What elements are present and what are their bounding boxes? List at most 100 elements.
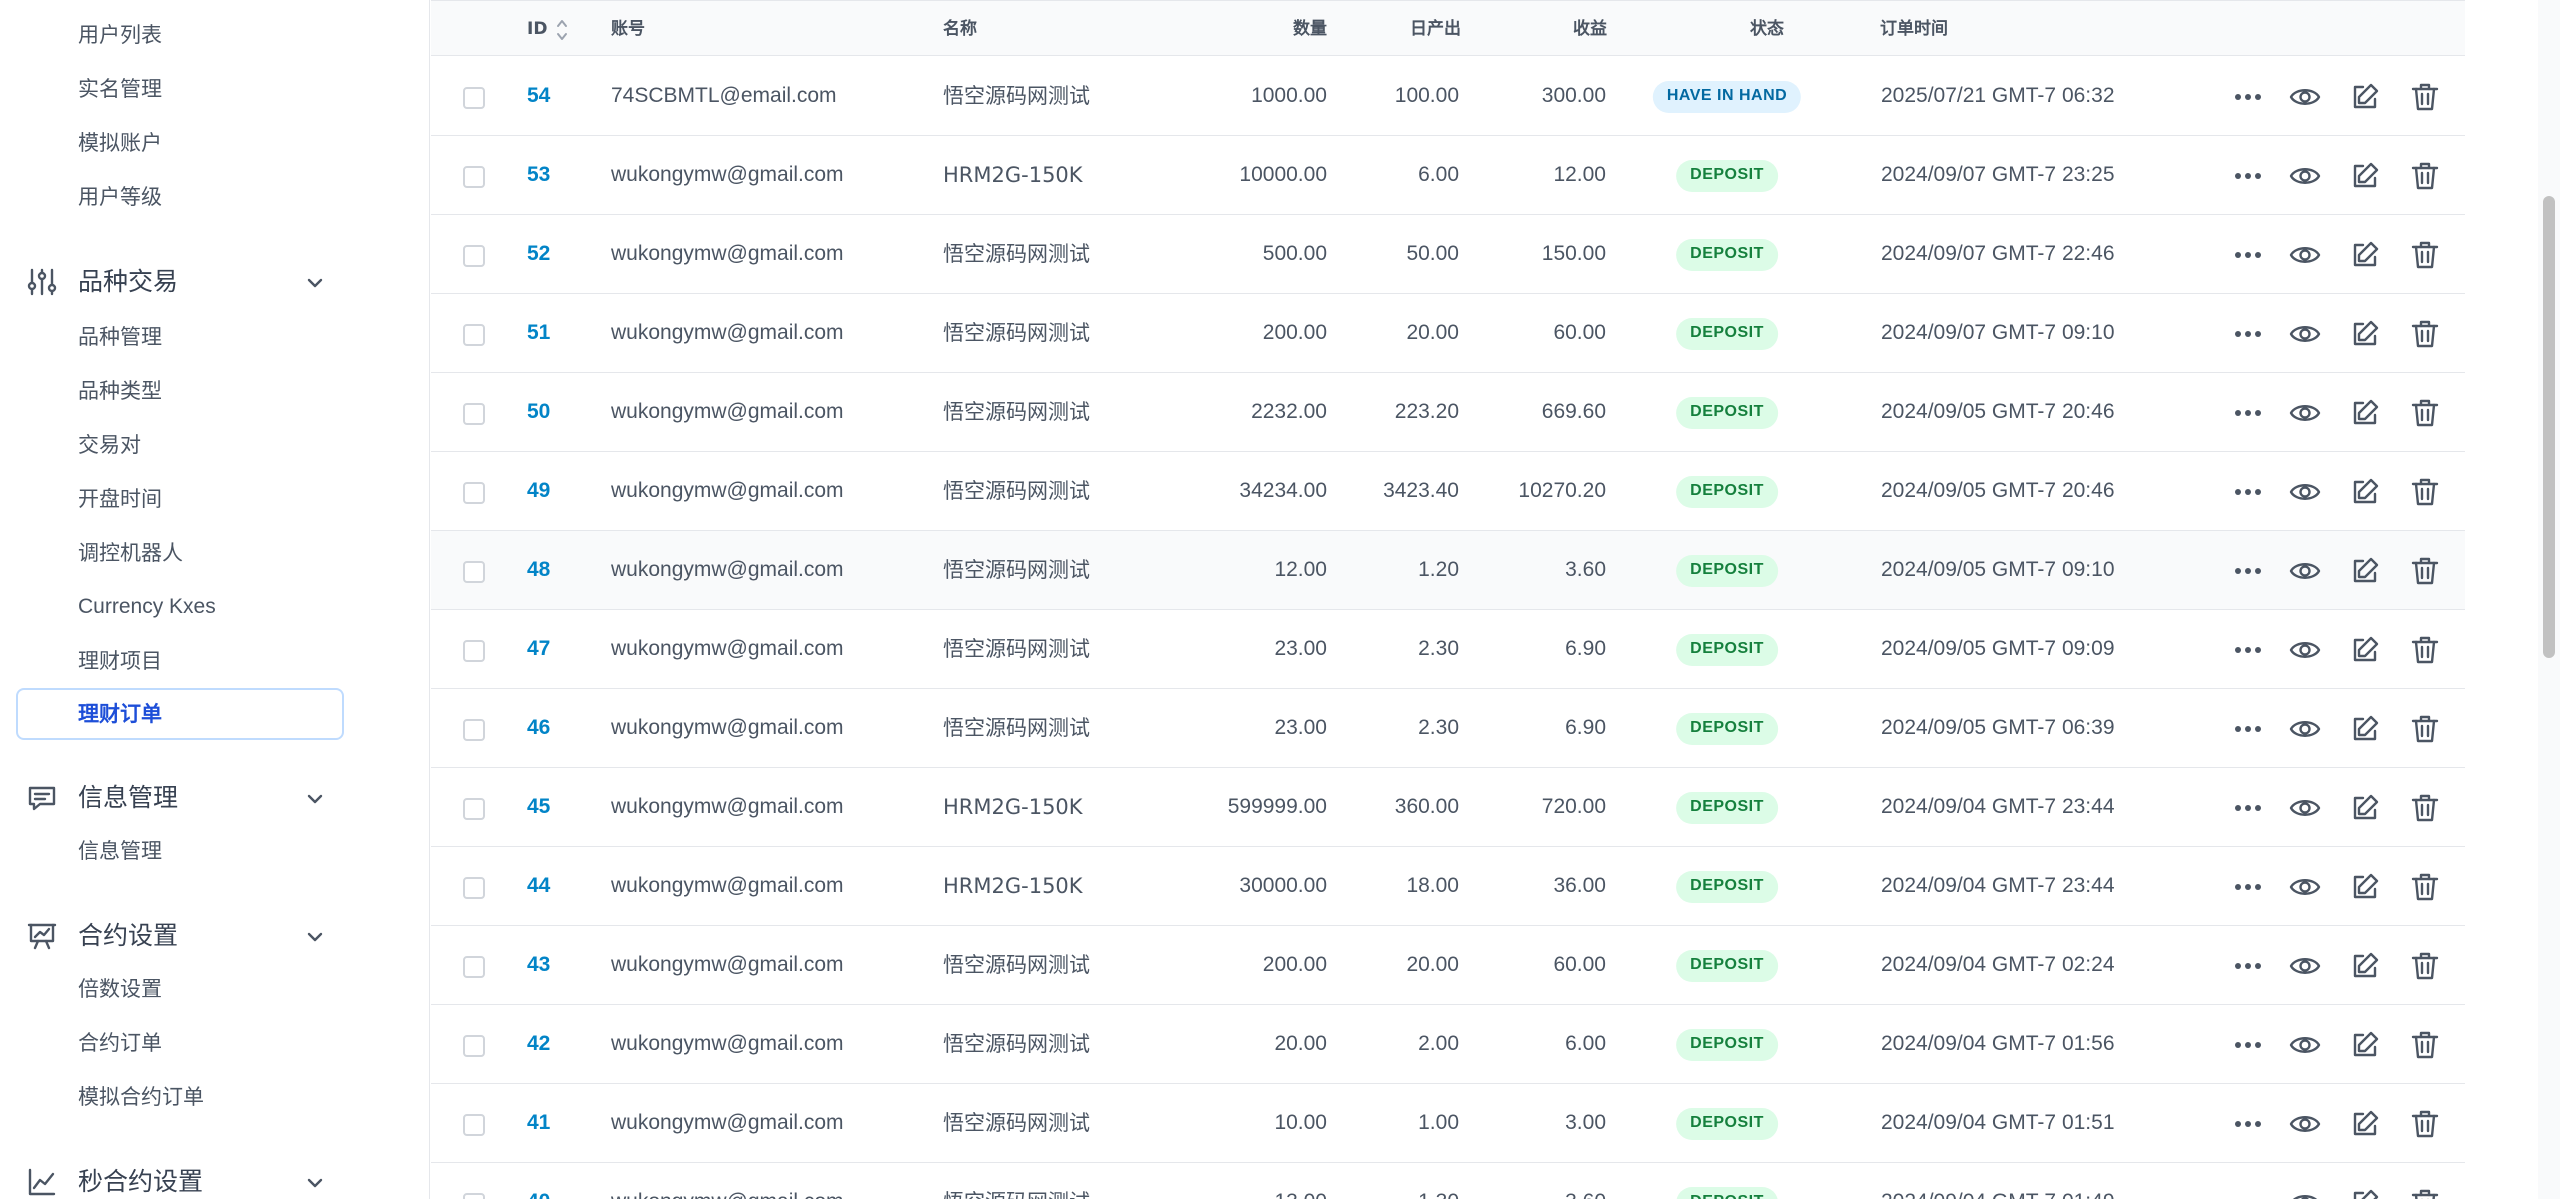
view-button[interactable] — [2289, 160, 2321, 192]
view-button[interactable] — [2289, 318, 2321, 350]
delete-button[interactable] — [2409, 871, 2441, 903]
table-row[interactable]: 44 wukongymw@gmail.com HRM2G-150K 30000.00 1… — [431, 847, 2465, 926]
edit-button[interactable] — [2349, 871, 2381, 903]
row-id-link[interactable]: 48 — [527, 555, 550, 585]
row-id-link[interactable]: 50 — [527, 397, 550, 427]
table-row[interactable]: 48 wukongymw@gmail.com 悟空源码网测试 12.00 1.20 3.6… — [431, 531, 2465, 610]
sidebar-item-trading-pairs[interactable]: 交易对 — [78, 430, 141, 460]
view-button[interactable] — [2289, 1108, 2321, 1140]
more-actions-button[interactable] — [2232, 318, 2264, 350]
view-button[interactable] — [2289, 713, 2321, 745]
delete-button[interactable] — [2409, 476, 2441, 508]
more-actions-button[interactable] — [2232, 160, 2264, 192]
sidebar-group-messages[interactable]: 信息管理 — [0, 778, 360, 818]
more-actions-button[interactable] — [2232, 792, 2264, 824]
view-button[interactable] — [2289, 555, 2321, 587]
edit-button[interactable] — [2349, 397, 2381, 429]
row-checkbox[interactable] — [463, 561, 485, 583]
delete-button[interactable] — [2409, 634, 2441, 666]
edit-button[interactable] — [2349, 1108, 2381, 1140]
sidebar-item-user-levels[interactable]: 用户等级 — [78, 182, 162, 212]
view-button[interactable] — [2289, 634, 2321, 666]
column-header-id[interactable]: ID — [527, 17, 547, 41]
delete-button[interactable] — [2409, 1029, 2441, 1061]
row-checkbox[interactable] — [463, 877, 485, 899]
row-checkbox[interactable] — [463, 719, 485, 741]
row-checkbox[interactable] — [463, 87, 485, 109]
row-checkbox[interactable] — [463, 324, 485, 346]
delete-button[interactable] — [2409, 318, 2441, 350]
row-checkbox[interactable] — [463, 245, 485, 267]
scrollbar-thumb[interactable] — [2543, 196, 2555, 658]
row-checkbox[interactable] — [463, 403, 485, 425]
table-row[interactable]: 49 wukongymw@gmail.com 悟空源码网测试 34234.00 3423… — [431, 452, 2465, 531]
row-id-link[interactable]: 52 — [527, 239, 550, 269]
view-button[interactable] — [2289, 1187, 2321, 1199]
row-id-link[interactable]: 51 — [527, 318, 550, 348]
table-row[interactable]: 46 wukongymw@gmail.com 悟空源码网测试 23.00 2.30 6.9… — [431, 689, 2465, 768]
table-row[interactable]: 53 wukongymw@gmail.com HRM2G-150K 10000.00 6… — [431, 136, 2465, 215]
row-id-link[interactable]: 49 — [527, 476, 550, 506]
edit-button[interactable] — [2349, 160, 2381, 192]
view-button[interactable] — [2289, 950, 2321, 982]
sidebar-group-trading[interactable]: 品种交易 — [0, 262, 360, 302]
sidebar-item-opening-hours[interactable]: 开盘时间 — [78, 484, 162, 514]
sidebar-item-currency-kxes[interactable]: Currency Kxes — [78, 592, 216, 622]
row-id-link[interactable]: 42 — [527, 1029, 550, 1059]
table-row[interactable]: 52 wukongymw@gmail.com 悟空源码网测试 500.00 50.00 1… — [431, 215, 2465, 294]
sidebar-item-message-management[interactable]: 信息管理 — [78, 836, 162, 866]
table-row[interactable]: 42 wukongymw@gmail.com 悟空源码网测试 20.00 2.00 6.0… — [431, 1005, 2465, 1084]
row-id-link[interactable]: 53 — [527, 160, 550, 190]
row-id-link[interactable]: 40 — [527, 1187, 550, 1199]
delete-button[interactable] — [2409, 160, 2441, 192]
view-button[interactable] — [2289, 397, 2321, 429]
more-actions-button[interactable] — [2232, 1108, 2264, 1140]
more-actions-button[interactable] — [2232, 1029, 2264, 1061]
more-actions-button[interactable] — [2232, 950, 2264, 982]
table-row[interactable]: 45 wukongymw@gmail.com HRM2G-150K 599999.00… — [431, 768, 2465, 847]
sidebar-item-wealth-projects[interactable]: 理财项目 — [78, 646, 162, 676]
more-actions-button[interactable] — [2232, 713, 2264, 745]
sidebar-item-verification[interactable]: 实名管理 — [78, 74, 162, 104]
sidebar-group-second-contracts[interactable]: 秒合约设置 — [0, 1162, 360, 1199]
sidebar-item-instruments[interactable]: 品种管理 — [78, 322, 162, 352]
row-checkbox[interactable] — [463, 482, 485, 504]
sidebar-item-instrument-types[interactable]: 品种类型 — [78, 376, 162, 406]
more-actions-button[interactable] — [2232, 476, 2264, 508]
more-actions-button[interactable] — [2232, 555, 2264, 587]
edit-button[interactable] — [2349, 1029, 2381, 1061]
sort-icon[interactable] — [555, 17, 569, 43]
edit-button[interactable] — [2349, 555, 2381, 587]
more-actions-button[interactable] — [2232, 397, 2264, 429]
row-checkbox[interactable] — [463, 1193, 485, 1199]
row-checkbox[interactable] — [463, 1035, 485, 1057]
table-row[interactable]: 40 wukongymw@gmail.com 悟空源码网测试 13.00 1.303.6… — [431, 1163, 2465, 1199]
view-button[interactable] — [2289, 239, 2321, 271]
sidebar-item-wealth-orders[interactable]: 理财订单 — [16, 688, 344, 740]
view-button[interactable] — [2289, 871, 2321, 903]
view-button[interactable] — [2289, 1029, 2321, 1061]
row-checkbox[interactable] — [463, 1114, 485, 1136]
sidebar-item-robots[interactable]: 调控机器人 — [78, 538, 183, 568]
delete-button[interactable] — [2409, 1108, 2441, 1140]
edit-button[interactable] — [2349, 713, 2381, 745]
table-row[interactable]: 43 wukongymw@gmail.com 悟空源码网测试 200.00 20.00 6… — [431, 926, 2465, 1005]
view-button[interactable] — [2289, 792, 2321, 824]
row-checkbox[interactable] — [463, 798, 485, 820]
edit-button[interactable] — [2349, 792, 2381, 824]
table-row[interactable]: 47 wukongymw@gmail.com 悟空源码网测试 23.00 2.30 6.9… — [431, 610, 2465, 689]
sidebar-group-contracts[interactable]: 合约设置 — [0, 916, 360, 956]
row-id-link[interactable]: 41 — [527, 1108, 550, 1138]
edit-button[interactable] — [2349, 81, 2381, 113]
view-button[interactable] — [2289, 476, 2321, 508]
view-button[interactable] — [2289, 81, 2321, 113]
delete-button[interactable] — [2409, 555, 2441, 587]
edit-button[interactable] — [2349, 318, 2381, 350]
sidebar-item-user-list[interactable]: 用户列表 — [78, 20, 162, 50]
delete-button[interactable] — [2409, 792, 2441, 824]
sidebar-item-demo-accounts[interactable]: 模拟账户 — [78, 128, 162, 158]
row-checkbox[interactable] — [463, 956, 485, 978]
row-id-link[interactable]: 46 — [527, 713, 550, 743]
row-id-link[interactable]: 44 — [527, 871, 550, 901]
row-id-link[interactable]: 54 — [527, 81, 550, 111]
